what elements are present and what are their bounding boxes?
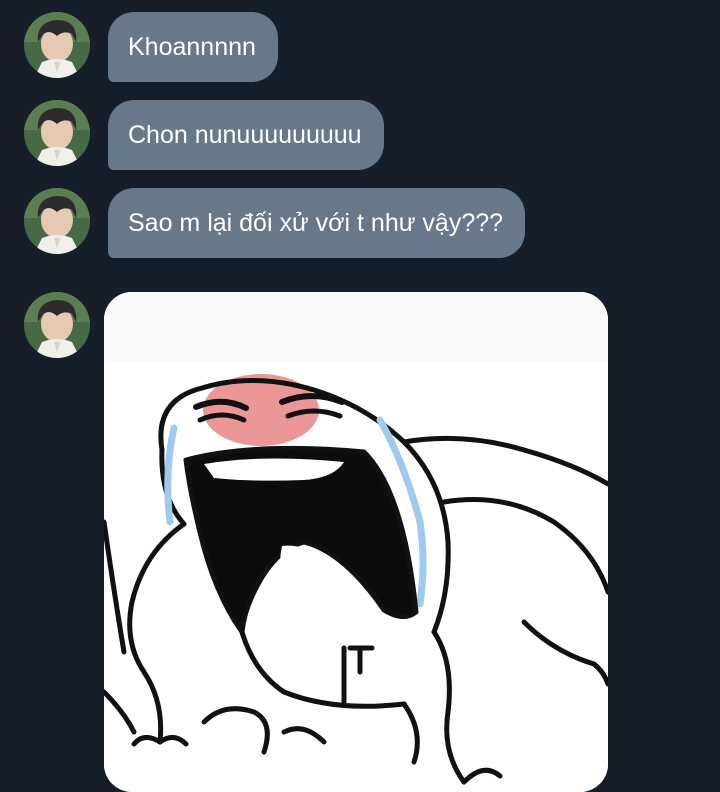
- sender-avatar[interactable]: [24, 292, 90, 358]
- chat-thread: Khoannnnn Chon nunuuuuuuuuu Sao m lại đố…: [0, 0, 720, 792]
- user-avatar-photo-icon: [24, 292, 90, 358]
- sticker-image[interactable]: [104, 292, 608, 792]
- message-bubble[interactable]: Chon nunuuuuuuuuu: [108, 100, 384, 170]
- crying-creature-sticker-icon: [104, 292, 608, 792]
- message-bubble[interactable]: Sao m lại đối xử với t như vậy???: [108, 188, 526, 258]
- sender-avatar[interactable]: [24, 188, 90, 254]
- sender-avatar[interactable]: [24, 100, 90, 166]
- message-bubble[interactable]: Khoannnnn: [108, 12, 278, 82]
- sender-avatar[interactable]: [24, 12, 90, 78]
- user-avatar-photo-icon: [24, 12, 90, 78]
- user-avatar-photo-icon: [24, 188, 90, 254]
- user-avatar-photo-icon: [24, 100, 90, 166]
